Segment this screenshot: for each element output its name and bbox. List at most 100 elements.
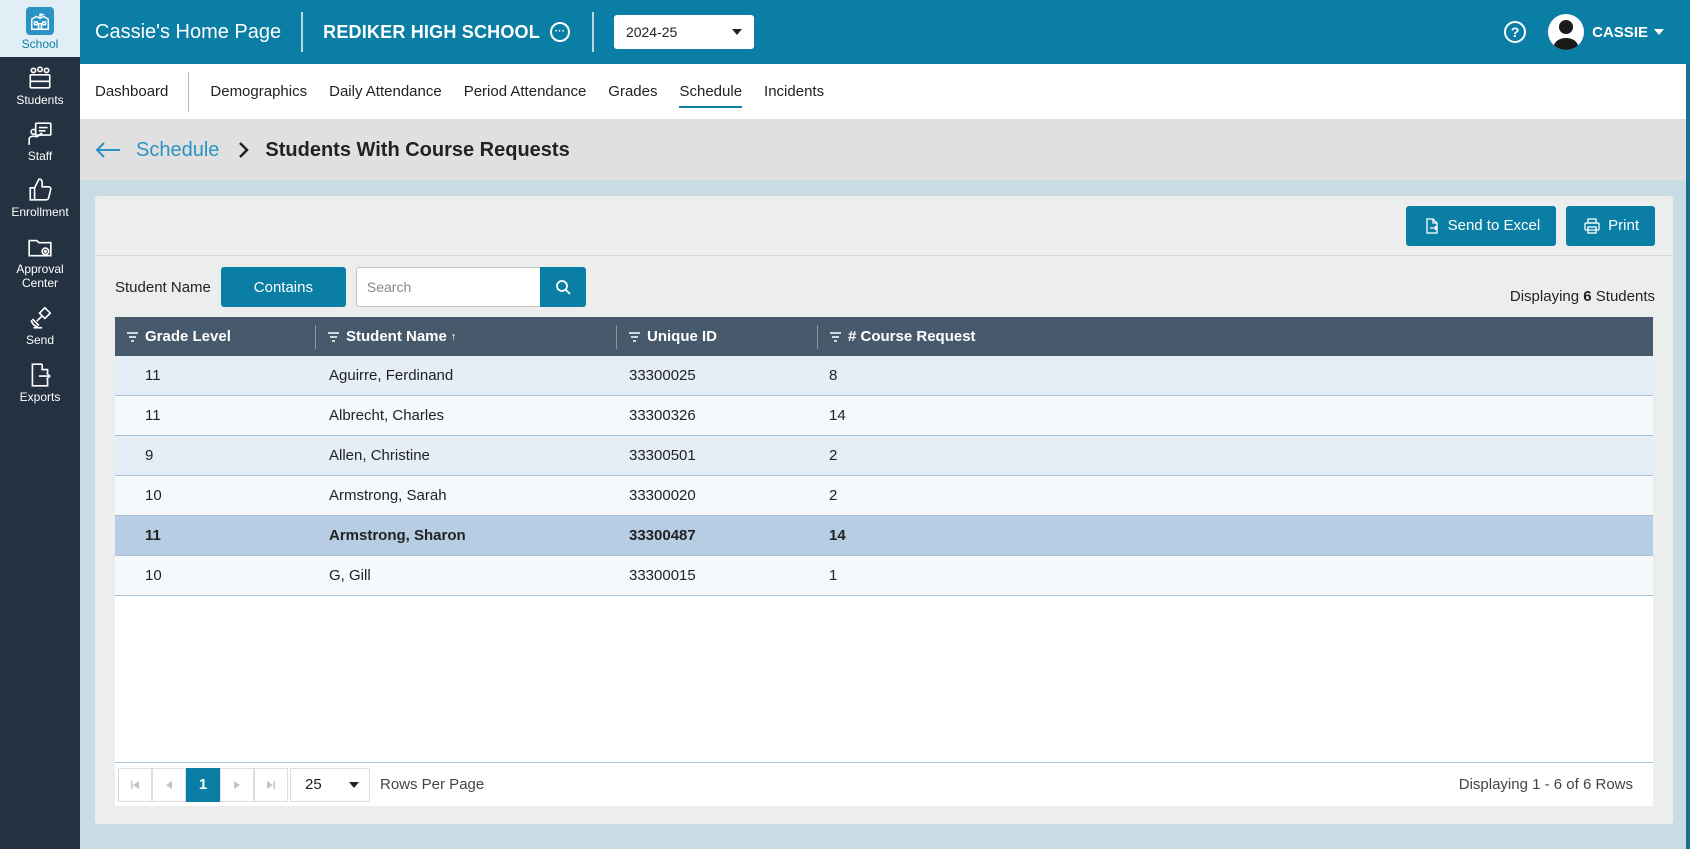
breadcrumb: Schedule Students With Course Requests (80, 120, 1686, 180)
rail-item-label: Students (16, 92, 64, 107)
rail-item-school[interactable]: School (0, 0, 80, 57)
tab-daily-attendance[interactable]: Daily Attendance (318, 64, 453, 120)
user-area: ? CASSIE (1504, 14, 1690, 50)
sort-ascending-icon: ↑ (450, 330, 457, 343)
rows-per-page-select[interactable]: 25 (290, 767, 370, 802)
cell-grade: 11 (145, 527, 161, 544)
rail-item-label: Enrollment (11, 205, 69, 219)
table-row[interactable]: 11 Aguirre, Ferdinand 33300025 8 (115, 356, 1653, 396)
nav-divider (188, 71, 190, 112)
cell-unique-id: 33300020 (629, 487, 696, 504)
filter-row: Student Name Contains (115, 267, 586, 307)
table-row[interactable]: 10 Armstrong, Sarah 33300020 2 (115, 476, 1653, 516)
rail-item-enrollment[interactable]: Enrollment (0, 170, 80, 226)
table-row[interactable]: 11 Albrecht, Charles 33300326 14 (115, 396, 1653, 436)
first-page-button[interactable] (118, 767, 152, 802)
rail-item-label: Staff (27, 149, 53, 163)
column-header-label: # Course Request (848, 328, 976, 345)
rail-item-send[interactable]: Send (0, 298, 80, 354)
next-page-button[interactable] (220, 767, 254, 802)
cell-course-requests: 1 (829, 567, 838, 584)
student-count: Displaying 6 Students (1510, 288, 1655, 305)
chevron-down-icon (349, 781, 359, 788)
report-card: Send to Excel Print Student Name Contain… (95, 196, 1673, 824)
staff-icon (28, 122, 52, 145)
contains-mode-button[interactable]: Contains (220, 267, 346, 307)
table-row[interactable]: 10 G, Gill 33300015 1 (115, 556, 1653, 596)
rows-summary: Displaying 1 - 6 of 6 Rows (1458, 776, 1633, 793)
cell-unique-id: 33300015 (629, 567, 696, 584)
export-file-icon (1425, 217, 1438, 234)
filter-icon[interactable] (829, 331, 842, 343)
school-name: REDIKER HIGH SCHOOL ··· (303, 22, 570, 43)
chevron-right-icon (239, 142, 250, 158)
home-page-title[interactable]: Cassie's Home Page (80, 12, 304, 52)
students-table: Grade Level Student Name ↑ Unique ID # C… (115, 317, 1653, 806)
rail-item-label: School (21, 36, 59, 51)
back-arrow-icon[interactable] (94, 140, 122, 160)
school-year-select[interactable]: 2024-25 (613, 15, 754, 49)
student-count-suffix: Students (1595, 288, 1655, 305)
pagination-bar: 1 25 Rows Per Page Displaying 1 - 6 of 6… (115, 762, 1653, 806)
table-row-selected[interactable]: 11 Armstrong, Sharon 33300487 14 (115, 516, 1653, 556)
cell-student-name: Allen, Christine (329, 447, 430, 464)
column-header-course-request[interactable]: # Course Request (818, 317, 1653, 356)
cell-grade: 9 (145, 447, 154, 464)
breadcrumb-schedule-link[interactable]: Schedule (136, 139, 219, 162)
tab-period-attendance[interactable]: Period Attendance (453, 64, 598, 120)
rows-per-page-value: 25 (305, 776, 322, 793)
print-button[interactable]: Print (1566, 205, 1655, 246)
table-row[interactable]: 9 Allen, Christine 33300501 2 (115, 436, 1653, 476)
last-page-button[interactable] (254, 767, 288, 802)
first-page-icon (131, 780, 139, 789)
column-header-student-name[interactable]: Student Name ↑ (316, 317, 616, 356)
help-icon[interactable]: ? (1504, 21, 1527, 43)
user-menu[interactable]: CASSIE (1592, 24, 1664, 41)
chevron-down-icon (1654, 29, 1664, 35)
rail-item-label: Approval Center (16, 262, 64, 290)
column-header-grade-level[interactable]: Grade Level (115, 317, 315, 356)
cell-student-name: G, Gill (329, 567, 371, 584)
filter-icon[interactable] (628, 331, 641, 343)
tab-dashboard[interactable]: Dashboard (80, 64, 188, 120)
send-to-excel-button[interactable]: Send to Excel (1405, 205, 1557, 246)
tab-schedule[interactable]: Schedule (668, 64, 753, 120)
cell-unique-id: 33300501 (629, 447, 696, 464)
tab-grades[interactable]: Grades (597, 64, 668, 120)
rail-item-staff[interactable]: Staff (0, 114, 80, 170)
avatar[interactable] (1548, 14, 1585, 50)
students-icon (29, 65, 51, 89)
cell-student-name: Albrecht, Charles (329, 407, 445, 424)
nav-tabs: Dashboard Demographics Daily Attendance … (80, 64, 1686, 120)
rail-item-approval-center[interactable]: Approval Center (0, 226, 80, 298)
search-input[interactable] (355, 267, 540, 307)
rail-item-students[interactable]: Students (0, 57, 80, 114)
column-header-label: Unique ID (647, 328, 717, 345)
cell-student-name: Armstrong, Sharon (329, 527, 466, 544)
cell-student-name: Aguirre, Ferdinand (329, 367, 454, 384)
previous-page-icon (166, 780, 172, 789)
school-name-text: REDIKER HIGH SCHOOL (323, 21, 540, 42)
filter-icon[interactable] (327, 331, 340, 343)
filter-icon[interactable] (126, 331, 139, 343)
tab-incidents[interactable]: Incidents (753, 64, 835, 120)
rows-per-page-label: Rows Per Page (380, 776, 485, 793)
page-1-button[interactable]: 1 (186, 767, 220, 802)
rail-item-exports[interactable]: Exports (0, 354, 80, 412)
school-year-value: 2024-25 (625, 24, 678, 40)
cell-unique-id: 33300487 (629, 527, 696, 544)
cell-course-requests: 2 (829, 487, 838, 504)
folder-icon (28, 239, 52, 257)
cell-course-requests: 14 (829, 527, 846, 544)
rail-item-label: Send (25, 333, 55, 347)
column-header-label: Grade Level (145, 328, 231, 345)
column-header-unique-id[interactable]: Unique ID (617, 317, 817, 356)
tab-demographics[interactable]: Demographics (199, 64, 318, 120)
previous-page-button[interactable] (152, 767, 186, 802)
filter-label: Student Name (115, 278, 211, 296)
more-options-icon[interactable]: ··· (549, 22, 570, 42)
cell-student-name: Armstrong, Sarah (329, 487, 447, 504)
search-button[interactable] (539, 267, 586, 307)
cell-course-requests: 8 (829, 367, 838, 384)
top-header: Cassie's Home Page REDIKER HIGH SCHOOL ·… (80, 0, 1690, 64)
